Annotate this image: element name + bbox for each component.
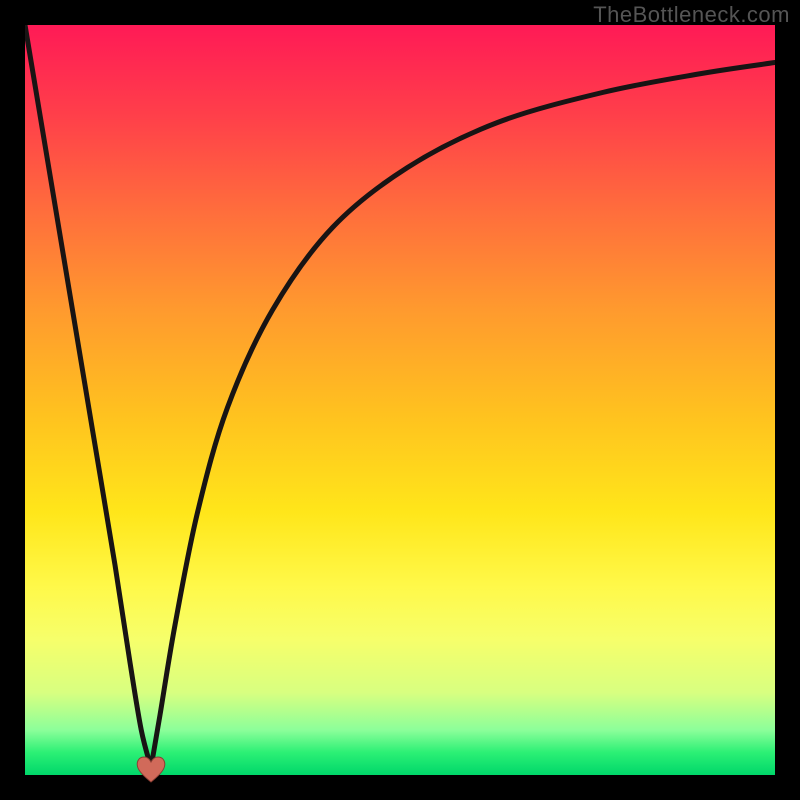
right-branch-path xyxy=(151,63,775,768)
heart-icon xyxy=(137,757,165,782)
left-branch-path xyxy=(25,25,151,768)
heart-marker xyxy=(134,753,168,783)
chart-frame: TheBottleneck.com xyxy=(0,0,800,800)
curve-svg xyxy=(25,25,775,775)
plot-area xyxy=(25,25,775,775)
